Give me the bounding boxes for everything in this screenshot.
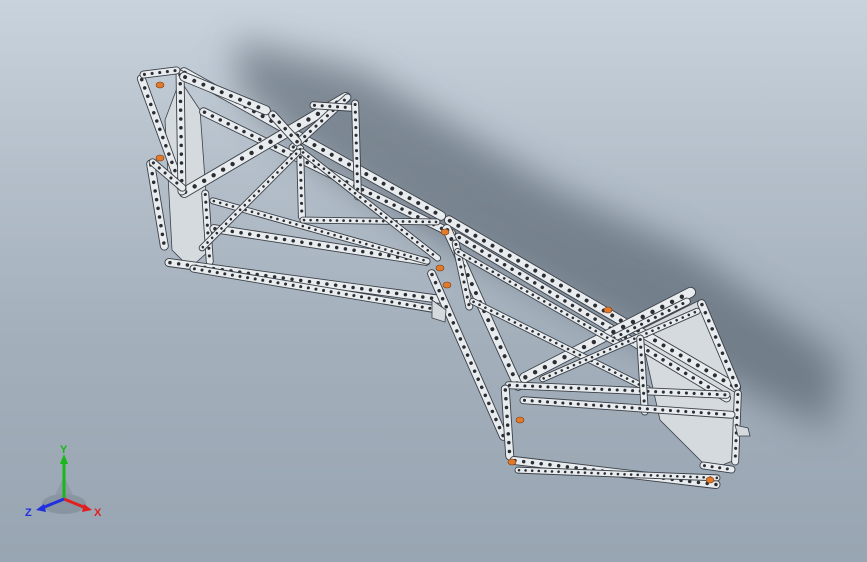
graphics-viewport[interactable]: Y X Z: [0, 0, 867, 562]
orange-nut: [515, 416, 525, 424]
orange-nut: [435, 264, 445, 272]
orange-nut: [440, 228, 450, 236]
orange-nut: [705, 476, 715, 484]
left-top-strip: [139, 66, 181, 79]
left-upright-strip: [175, 69, 187, 196]
orange-nut: [507, 458, 517, 466]
x-axis-label: X: [94, 507, 102, 519]
mounting-tab: [734, 424, 751, 437]
bottom-chord-strip: [164, 258, 446, 304]
model-view[interactable]: [0, 0, 867, 562]
orientation-triad: Y X Z: [25, 444, 102, 519]
orange-nut: [603, 306, 613, 314]
bottom-chord-strip: [189, 264, 441, 314]
orange-nut: [442, 281, 452, 289]
orange-nut: [155, 81, 165, 89]
y-axis-label: Y: [60, 444, 68, 456]
orange-nut: [155, 154, 165, 162]
right-upright-strip: [500, 384, 515, 461]
z-axis-label: Z: [25, 507, 32, 519]
